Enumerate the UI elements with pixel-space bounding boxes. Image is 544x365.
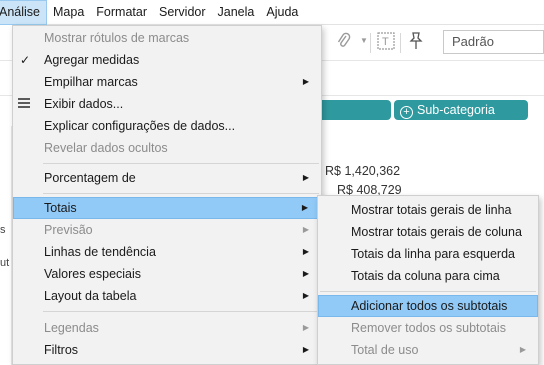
submenu-arrow-icon: ▶ <box>301 203 308 212</box>
menu-item-agregar-medidas[interactable]: ✓ Agregar medidas <box>13 49 321 71</box>
menu-item-linhas-de-tendencia[interactable]: Linhas de tendência ▶ <box>13 241 321 263</box>
left-panel-text: ut <box>0 257 10 269</box>
totais-submenu: Mostrar totais gerais de linha Mostrar t… <box>317 195 539 365</box>
menu-item-totais[interactable]: Totais ▶ <box>13 197 321 219</box>
expand-plus-icon[interactable]: + <box>400 106 413 119</box>
menu-item-label: Mostrar totais gerais de coluna <box>351 225 522 239</box>
analise-menu: Mostrar rótulos de marcas ✓ Agregar medi… <box>12 25 322 365</box>
menu-item-exibir-dados[interactable]: Exibir dados... <box>13 93 321 115</box>
menu-item-label: Mostrar rótulos de marcas <box>44 31 190 45</box>
menu-item-label: Remover todos os subtotais <box>351 321 506 335</box>
menu-item-label: Totais da linha para esquerda <box>351 247 516 261</box>
dropdown-chevron-icon[interactable]: ▼ <box>360 36 368 45</box>
submenu-arrow-icon: ▶ <box>302 247 309 256</box>
menu-item-label: Valores especiais <box>44 267 142 281</box>
menu-item-label: Legendas <box>44 321 99 335</box>
menu-item-label: Filtros <box>44 343 79 357</box>
menu-item-label: Totais <box>44 201 77 215</box>
svg-text:T: T <box>382 36 389 48</box>
menu-item-label: Mostrar totais gerais de linha <box>351 203 512 217</box>
submenu-item-adicionar-subtotais[interactable]: Adicionar todos os subtotais <box>318 295 538 317</box>
menu-item-label: Linhas de tendência <box>44 245 156 259</box>
pin-icon[interactable] <box>408 32 424 54</box>
menu-servidor[interactable]: Servidor <box>153 0 212 25</box>
menu-item-revelar-dados-ocultos: Revelar dados ocultos <box>13 137 321 159</box>
paperclip-icon[interactable] <box>337 32 351 54</box>
menu-item-label: Previsão <box>44 223 93 237</box>
submenu-item-totais-linha-esquerda[interactable]: Totais da linha para esquerda <box>318 243 538 265</box>
menu-item-label: Porcentagem de <box>44 171 136 185</box>
submenu-arrow-icon: ▶ <box>302 323 309 332</box>
submenu-item-totais-coluna-cima[interactable]: Totais da coluna para cima <box>318 265 538 287</box>
submenu-arrow-icon: ▶ <box>302 225 309 234</box>
menu-item-label: Agregar medidas <box>44 53 140 67</box>
left-panel-strip: s ut <box>0 126 12 365</box>
menu-item-porcentagem-de[interactable]: Porcentagem de ▶ <box>13 167 321 189</box>
menu-separator <box>43 163 319 164</box>
menu-item-filtros[interactable]: Filtros ▶ <box>13 339 321 361</box>
menu-ajuda[interactable]: Ajuda <box>260 0 304 25</box>
menu-item-layout-da-tabela[interactable]: Layout da tabela ▶ <box>13 285 321 307</box>
submenu-arrow-icon: ▶ <box>302 173 309 182</box>
menu-item-mostrar-rotulos: Mostrar rótulos de marcas <box>13 27 321 49</box>
pill-label: Sub-categoria <box>417 103 495 117</box>
menu-separator <box>320 291 536 292</box>
submenu-arrow-icon: ▶ <box>302 77 309 86</box>
menu-item-label: Totais da coluna para cima <box>351 269 500 283</box>
menu-item-label: Revelar dados ocultos <box>44 141 168 155</box>
menu-analise[interactable]: Análise <box>0 0 47 25</box>
submenu-item-remover-subtotais: Remover todos os subtotais <box>318 317 538 339</box>
menu-separator <box>43 193 319 194</box>
submenu-item-total-de-uso: Total de uso ▶ <box>318 339 538 361</box>
checkmark-icon: ✓ <box>20 53 31 67</box>
menu-item-label: Layout da tabela <box>44 289 137 303</box>
toolbar-separator <box>400 33 401 53</box>
menubar: Análise Mapa Formatar Servidor Janela Aj… <box>0 0 544 25</box>
menu-formatar[interactable]: Formatar <box>90 0 153 25</box>
shelf-pill-sub-categoria[interactable]: + Sub-categoria <box>394 100 528 120</box>
menu-item-legendas: Legendas ▶ <box>13 317 321 339</box>
menu-item-label: Explicar configurações de dados... <box>44 119 236 133</box>
menu-item-valores-especiais[interactable]: Valores especiais ▶ <box>13 263 321 285</box>
menu-separator <box>43 311 319 312</box>
text-box-icon[interactable]: T <box>377 32 395 54</box>
menu-item-explicar-configuracoes[interactable]: Explicar configurações de dados... <box>13 115 321 137</box>
menu-item-empilhar-marcas[interactable]: Empilhar marcas ▶ <box>13 71 321 93</box>
menu-item-label: Total de uso <box>351 343 419 357</box>
menu-item-label: Empilhar marcas <box>44 75 138 89</box>
menu-item-label: Exibir dados... <box>44 97 124 111</box>
left-panel-text: s <box>0 224 6 236</box>
toolbar-separator <box>370 33 371 53</box>
menu-janela[interactable]: Janela <box>212 0 261 25</box>
format-select[interactable]: Padrão <box>443 30 544 54</box>
canvas-value: R$ 1,420,362 <box>325 164 401 178</box>
data-grid-icon <box>18 98 30 108</box>
menu-item-label: Adicionar todos os subtotais <box>351 299 508 313</box>
menu-mapa[interactable]: Mapa <box>47 0 90 25</box>
shelf-pill-left[interactable] <box>316 100 391 120</box>
submenu-arrow-icon: ▶ <box>302 269 309 278</box>
submenu-item-mostrar-totais-coluna[interactable]: Mostrar totais gerais de coluna <box>318 221 538 243</box>
submenu-arrow-icon: ▶ <box>519 345 526 354</box>
submenu-arrow-icon: ▶ <box>302 291 309 300</box>
submenu-arrow-icon: ▶ <box>302 345 309 354</box>
menu-item-previsao: Previsão ▶ <box>13 219 321 241</box>
submenu-item-mostrar-totais-linha[interactable]: Mostrar totais gerais de linha <box>318 199 538 221</box>
